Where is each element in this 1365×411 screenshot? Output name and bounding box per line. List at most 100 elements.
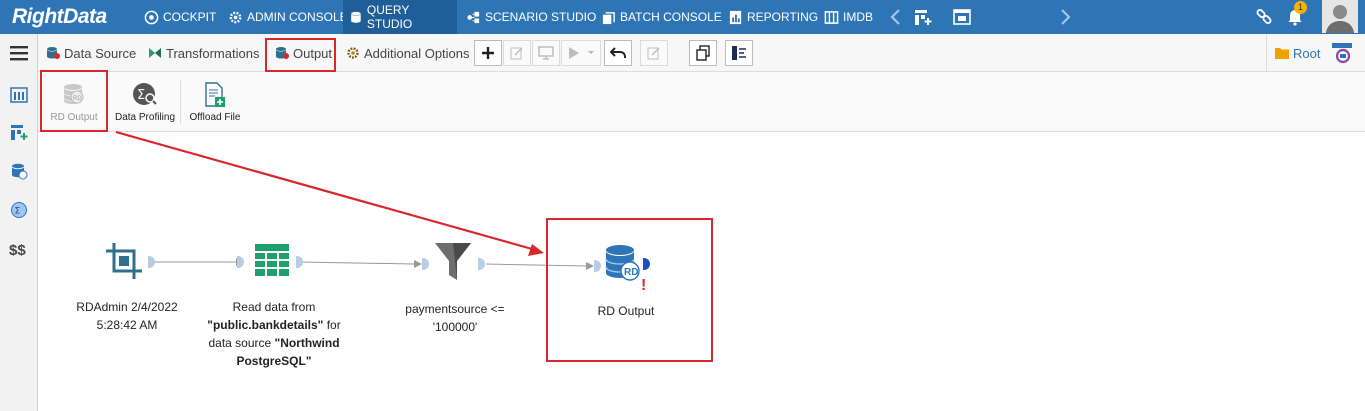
- folder-icon: [1275, 48, 1289, 59]
- tab-data-source-label: Data Source: [64, 45, 137, 61]
- node-read-for: for: [323, 318, 341, 332]
- avatar[interactable]: [1322, 0, 1358, 33]
- table-add-icon[interactable]: [913, 7, 933, 27]
- highlight-rd-output-button: [40, 70, 108, 132]
- table-icon[interactable]: [254, 243, 290, 277]
- align-left-icon: [732, 46, 746, 60]
- node-filter-line-1: paymentsource <=: [405, 302, 505, 316]
- app-logo[interactable]: RightData: [12, 5, 107, 29]
- nav-imdb-label: IMDB: [843, 10, 873, 24]
- node-filter-label: paymentsource <= '100000': [390, 300, 520, 336]
- node-read-table-name: "public.bankdetails": [207, 318, 324, 332]
- copy-button[interactable]: [689, 40, 717, 66]
- nav-batch-console[interactable]: BATCH CONSOLE: [595, 0, 728, 34]
- ribbon-divider: [180, 80, 181, 124]
- workflow-icon[interactable]: [1330, 41, 1356, 65]
- hamburger-menu[interactable]: [6, 40, 32, 66]
- nav-admin-console[interactable]: ADMIN CONSOLE: [222, 0, 354, 34]
- notification-badge: 1: [1294, 1, 1307, 14]
- gear-icon: [229, 11, 242, 23]
- node-read-label: Read data from "public.bankdetails" for …: [200, 298, 348, 370]
- output-ribbon: RD RD Output Σ Data Profiling Offload Fi…: [38, 72, 1365, 132]
- node-read-line-2: "public.bankdetails" for: [200, 316, 348, 334]
- run-button[interactable]: [561, 40, 601, 66]
- nav-imdb[interactable]: IMDB: [818, 0, 879, 34]
- sidebar-item-profiling[interactable]: Σ: [6, 197, 32, 223]
- library-icon: [10, 87, 28, 103]
- edit-icon: [647, 47, 660, 60]
- link-icon[interactable]: [1254, 7, 1274, 27]
- svg-text:$$: $$: [9, 242, 26, 258]
- cockpit-icon: [144, 10, 159, 24]
- copy-icon: [696, 45, 710, 61]
- nav-cockpit[interactable]: COCKPIT: [138, 0, 222, 34]
- undo-button[interactable]: [604, 40, 632, 66]
- dollar-icon: $$: [9, 242, 26, 258]
- play-icon: [569, 47, 594, 59]
- svg-text:Σ: Σ: [15, 207, 21, 217]
- nav-admin-console-label: ADMIN CONSOLE: [247, 10, 348, 24]
- node-read-line-4: PostgreSQL": [200, 352, 348, 370]
- sidebar-item-table-add[interactable]: [6, 119, 32, 145]
- sidebar-item-library[interactable]: [6, 82, 32, 108]
- connector-line: [299, 261, 415, 265]
- undo-icon: [610, 47, 626, 58]
- menu-icon: [10, 46, 28, 61]
- node-read-ds-name-end: PostgreSQL": [236, 354, 312, 368]
- chevron-right-icon[interactable]: [1055, 7, 1075, 27]
- database-icon: [47, 47, 60, 59]
- nav-reporting[interactable]: REPORTING: [722, 0, 824, 34]
- nav-batch-console-label: BATCH CONSOLE: [620, 10, 722, 24]
- highlight-output-tab: [265, 38, 336, 72]
- nav-query-studio[interactable]: QUERY STUDIO: [343, 0, 457, 34]
- rename-button[interactable]: [640, 40, 668, 66]
- tab-additional-options-label: Additional Options: [364, 45, 470, 61]
- root-label: Root: [1293, 45, 1321, 61]
- nav-query-studio-label: QUERY STUDIO: [366, 3, 413, 31]
- sidebar-item-cost[interactable]: $$: [6, 236, 32, 262]
- report-icon: [729, 10, 742, 24]
- node-read-ds-name: "Northwind: [274, 336, 340, 350]
- crop-icon[interactable]: [106, 243, 142, 279]
- nav-scenario-studio-label: SCENARIO STUDIO: [485, 10, 597, 24]
- add-button[interactable]: [474, 40, 502, 66]
- connector-arrowhead: [414, 260, 422, 268]
- top-navigation-bar: RightData COCKPIT ADMIN CONSOLE QUERY ST…: [0, 0, 1365, 34]
- offload-file-label: Offload File: [189, 112, 241, 123]
- offload-file-button[interactable]: Offload File: [188, 82, 242, 123]
- edit-button[interactable]: [503, 40, 531, 66]
- tab-transformations[interactable]: Transformations: [148, 34, 259, 72]
- nav-cockpit-label: COCKPIT: [163, 10, 217, 24]
- data-profiling-button[interactable]: Σ Data Profiling: [114, 82, 176, 123]
- nav-scenario-studio[interactable]: SCENARIO STUDIO: [460, 0, 602, 34]
- funnel-icon[interactable]: [434, 242, 472, 282]
- batch-icon: [602, 11, 615, 24]
- tab-data-source[interactable]: Data Source: [46, 34, 136, 72]
- window-icon[interactable]: [952, 7, 972, 27]
- monitor-icon: [538, 46, 554, 60]
- data-profiling-icon: Σ: [133, 83, 157, 105]
- nav-reporting-label: REPORTING: [747, 10, 819, 24]
- layout-button[interactable]: [725, 40, 753, 66]
- transform-icon: [149, 48, 161, 58]
- gear-icon: [347, 47, 359, 59]
- query-toolbar: Data Source Transformations Output Addit…: [38, 34, 1365, 72]
- node-filter-line-2: '100000': [432, 320, 478, 334]
- tab-additional-options[interactable]: Additional Options: [346, 34, 470, 72]
- chevron-left-icon[interactable]: [886, 7, 906, 27]
- node-source-line-1: RDAdmin 2/4/2022: [76, 300, 178, 314]
- preview-button[interactable]: [532, 40, 560, 66]
- sidebar-item-rd-output[interactable]: [6, 158, 32, 184]
- scenario-icon: [467, 11, 480, 23]
- table-add-icon: [11, 125, 28, 140]
- data-profiling-icon: Σ: [11, 202, 27, 218]
- highlight-rd-output-node: [546, 218, 713, 362]
- tab-transformations-label: Transformations: [166, 45, 260, 61]
- node-source-line-2: 5:28:42 AM: [96, 318, 158, 332]
- database-icon: [351, 11, 361, 23]
- data-profiling-label: Data Profiling: [114, 112, 176, 123]
- edit-icon: [510, 47, 523, 60]
- database-icon: [12, 163, 28, 180]
- left-sidebar: Σ $$: [0, 34, 38, 411]
- plus-icon: [482, 47, 494, 59]
